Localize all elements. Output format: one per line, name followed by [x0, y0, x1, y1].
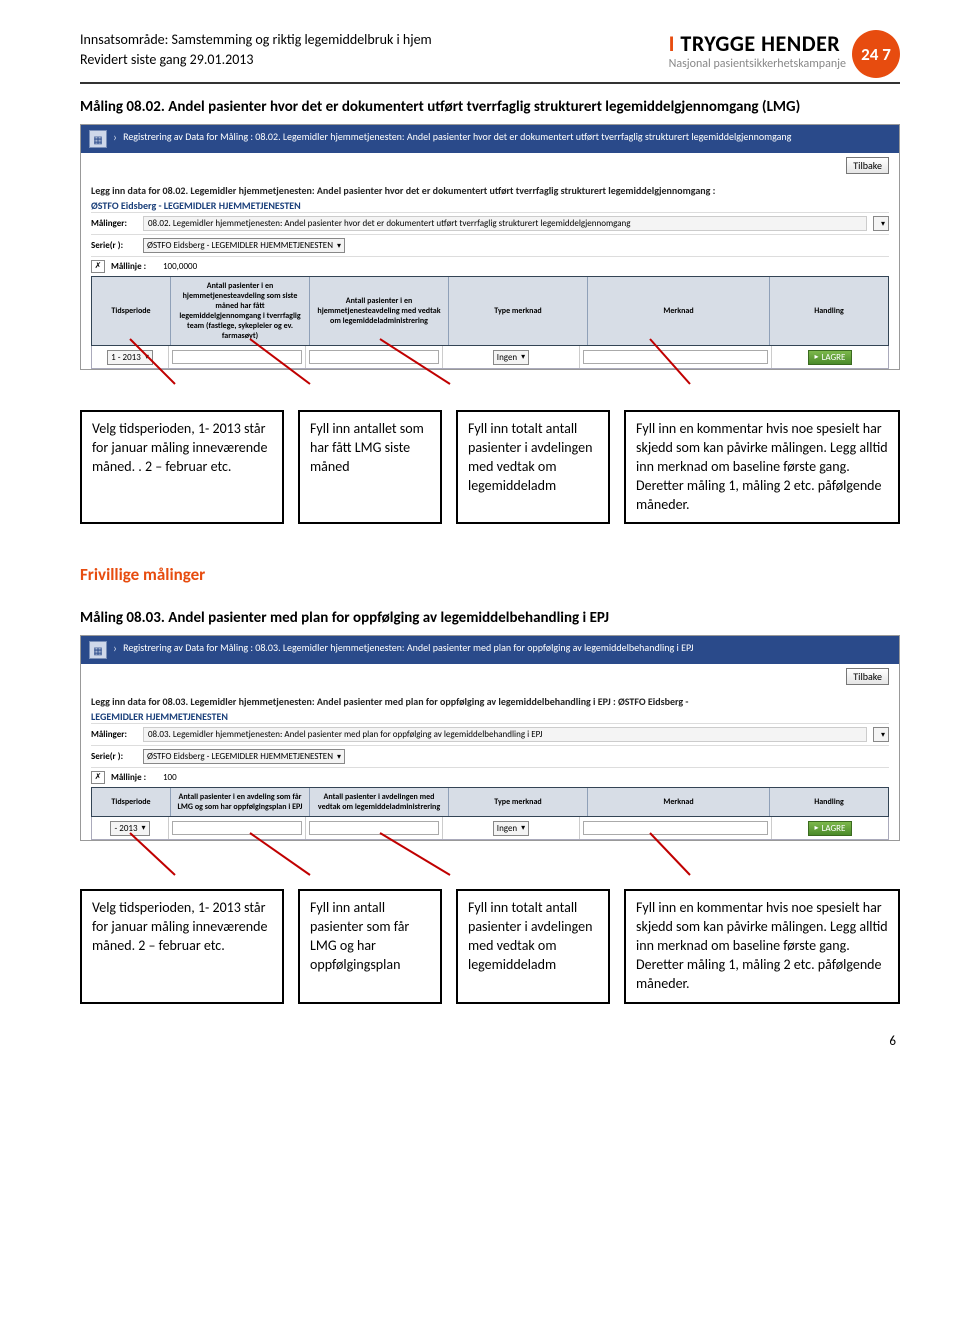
logo-title-text: TRYGGE HENDER — [680, 30, 840, 57]
serie-label: Serie(r ): — [91, 240, 137, 251]
data-grid-header: Tidsperiode Antall pasienter i en avdeli… — [91, 787, 889, 817]
anno-tidsperiode: Velg tidsperioden, 1- 2013 står for janu… — [80, 889, 284, 1003]
malinger-dropdown[interactable] — [873, 727, 889, 742]
section2-heading: Måling 08.03. Andel pasienter med plan f… — [80, 609, 900, 627]
screenshot-titlebar: ▦ › Registrering av Data for Måling : 08… — [81, 636, 899, 664]
col-numerator: Antall pasienter i en hjemmetjenesteavde… — [171, 277, 310, 345]
chevron-right-icon: › — [113, 130, 117, 145]
section1-screenshot: ▦ › Registrering av Data for Måling : 08… — [80, 124, 900, 370]
type-merknad-dropdown[interactable]: Ingen — [493, 821, 529, 836]
period-dropdown[interactable]: - 2013 — [110, 821, 149, 836]
section1-annotations: Velg tidsperioden, 1- 2013 står for janu… — [80, 410, 900, 524]
mallinje-value: 100,0000 — [163, 261, 197, 272]
malinger-row: Målinger: 08.03. Legemidler hjemmetjenes… — [91, 723, 889, 745]
mallinje-checkbox[interactable]: ✗ — [91, 260, 105, 273]
logo-title: I TRYGGE HENDER — [669, 30, 846, 57]
malinger-value: 08.02. Legemidler hjemmetjenesten: Andel… — [143, 216, 867, 231]
data-grid-row: 1 - 2013 Ingen LAGRE — [91, 346, 889, 369]
malinger-value: 08.03. Legemidler hjemmetjenesten: Andel… — [143, 727, 867, 742]
header-line2: Revidert siste gang 29.01.2013 — [80, 50, 432, 70]
serie-dropdown[interactable]: ØSTFO Eidsberg - LEGEMIDLER HJEMMETJENES… — [143, 749, 345, 764]
logo: I TRYGGE HENDER Nasjonal pasientsikkerhe… — [669, 30, 900, 78]
titlebar-text: Registrering av Data for Måling : 08.03.… — [123, 641, 694, 654]
logo-badge-text: 24 7 — [861, 44, 891, 65]
save-button[interactable]: LAGRE — [808, 350, 853, 365]
col-tidsperiode: Tidsperiode — [92, 277, 171, 345]
page-number: 6 — [80, 1034, 900, 1049]
data-grid-row: - 2013 Ingen LAGRE — [91, 817, 889, 840]
col-merknad: Merknad — [588, 788, 770, 816]
mallinje-row: ✗ Mållinje : 100 — [91, 767, 889, 787]
anno-tidsperiode: Velg tidsperioden, 1- 2013 står for janu… — [80, 410, 284, 524]
denominator-input[interactable] — [309, 821, 439, 835]
form-title: Legg inn data for 08.03. Legemidler hjem… — [91, 695, 889, 708]
mallinje-label: Mållinje : — [111, 772, 157, 783]
section1-diagram: ▦ › Registrering av Data for Måling : 08… — [80, 124, 900, 524]
merknad-input[interactable] — [583, 350, 768, 364]
col-type-merknad: Type merknad — [449, 788, 588, 816]
section2-screenshot: ▦ › Registrering av Data for Måling : 08… — [80, 635, 900, 841]
type-merknad-dropdown[interactable]: Ingen — [493, 350, 529, 365]
col-numerator: Antall pasienter i en avdeling som får L… — [171, 788, 310, 816]
malinger-label: Målinger: — [91, 729, 137, 740]
numerator-input[interactable] — [172, 350, 302, 364]
malinger-row: Målinger: 08.02. Legemidler hjemmetjenes… — [91, 212, 889, 234]
save-button[interactable]: LAGRE — [808, 821, 853, 836]
back-button[interactable]: Tilbake — [846, 157, 889, 174]
anno-denominator: Fyll inn totalt antall pasienter i avdel… — [456, 889, 610, 1003]
col-handling: Handling — [770, 788, 888, 816]
anno-merknad: Fyll inn en kommentar hvis noe spesielt … — [624, 889, 900, 1003]
anno-numerator: Fyll inn antall pasienter som får LMG og… — [298, 889, 442, 1003]
section2-annotations: Velg tidsperioden, 1- 2013 står for janu… — [80, 889, 900, 1003]
org-line: LEGEMIDLER HJEMMETJENESTEN — [91, 710, 889, 723]
header-text: Innsatsområde: Samstemming og riktig leg… — [80, 30, 432, 78]
frivillige-heading: Frivillige målinger — [80, 564, 900, 585]
col-merknad: Merknad — [588, 277, 770, 345]
titlebar-text: Registrering av Data for Måling : 08.02.… — [123, 130, 791, 143]
mallinje-label: Mållinje : — [111, 261, 157, 272]
col-tidsperiode: Tidsperiode — [92, 788, 171, 816]
org-line: ØSTFO Eidsberg - LEGEMIDLER HJEMMETJENES… — [91, 199, 889, 212]
mallinje-row: ✗ Mållinje : 100,0000 — [91, 256, 889, 276]
screenshot-titlebar: ▦ › Registrering av Data for Måling : 08… — [81, 125, 899, 153]
serie-label: Serie(r ): — [91, 751, 137, 762]
mallinje-checkbox[interactable]: ✗ — [91, 771, 105, 784]
col-denominator: Antall pasienter i avdelingen med vedtak… — [310, 788, 449, 816]
col-handling: Handling — [770, 277, 888, 345]
anno-merknad: Fyll inn en kommentar hvis noe spesielt … — [624, 410, 900, 524]
section2-diagram: ▦ › Registrering av Data for Måling : 08… — [80, 635, 900, 1003]
anno-denominator: Fyll inn totalt antall pasienter i avdel… — [456, 410, 610, 524]
period-dropdown[interactable]: 1 - 2013 — [107, 350, 153, 365]
col-type-merknad: Type merknad — [449, 277, 588, 345]
form-title: Legg inn data for 08.02. Legemidler hjem… — [91, 184, 889, 197]
col-denominator: Antall pasienter i en hjemmetjenesteavde… — [310, 277, 449, 345]
numerator-input[interactable] — [172, 821, 302, 835]
serie-row: Serie(r ): ØSTFO Eidsberg - LEGEMIDLER H… — [91, 745, 889, 767]
logo-bar-icon: I — [669, 30, 681, 57]
denominator-input[interactable] — [309, 350, 439, 364]
chevron-right-icon: › — [113, 641, 117, 656]
logo-badge: 24 7 — [852, 30, 900, 78]
chart-icon: ▦ — [89, 130, 107, 148]
serie-dropdown[interactable]: ØSTFO Eidsberg - LEGEMIDLER HJEMMETJENES… — [143, 238, 345, 253]
header-line1: Innsatsområde: Samstemming og riktig leg… — [80, 30, 432, 50]
mallinje-value: 100 — [163, 772, 177, 783]
malinger-label: Målinger: — [91, 218, 137, 229]
chart-icon: ▦ — [89, 641, 107, 659]
anno-numerator: Fyll inn antallet som har fått LMG siste… — [298, 410, 442, 524]
malinger-dropdown[interactable] — [873, 216, 889, 231]
logo-subtitle: Nasjonal pasientsikkerhetskampanje — [669, 57, 846, 71]
merknad-input[interactable] — [583, 821, 768, 835]
data-grid-header: Tidsperiode Antall pasienter i en hjemme… — [91, 276, 889, 346]
back-button[interactable]: Tilbake — [846, 668, 889, 685]
section1-heading: Måling 08.02. Andel pasienter hvor det e… — [80, 98, 900, 116]
serie-row: Serie(r ): ØSTFO Eidsberg - LEGEMIDLER H… — [91, 234, 889, 256]
page-header: Innsatsområde: Samstemming og riktig leg… — [80, 30, 900, 84]
